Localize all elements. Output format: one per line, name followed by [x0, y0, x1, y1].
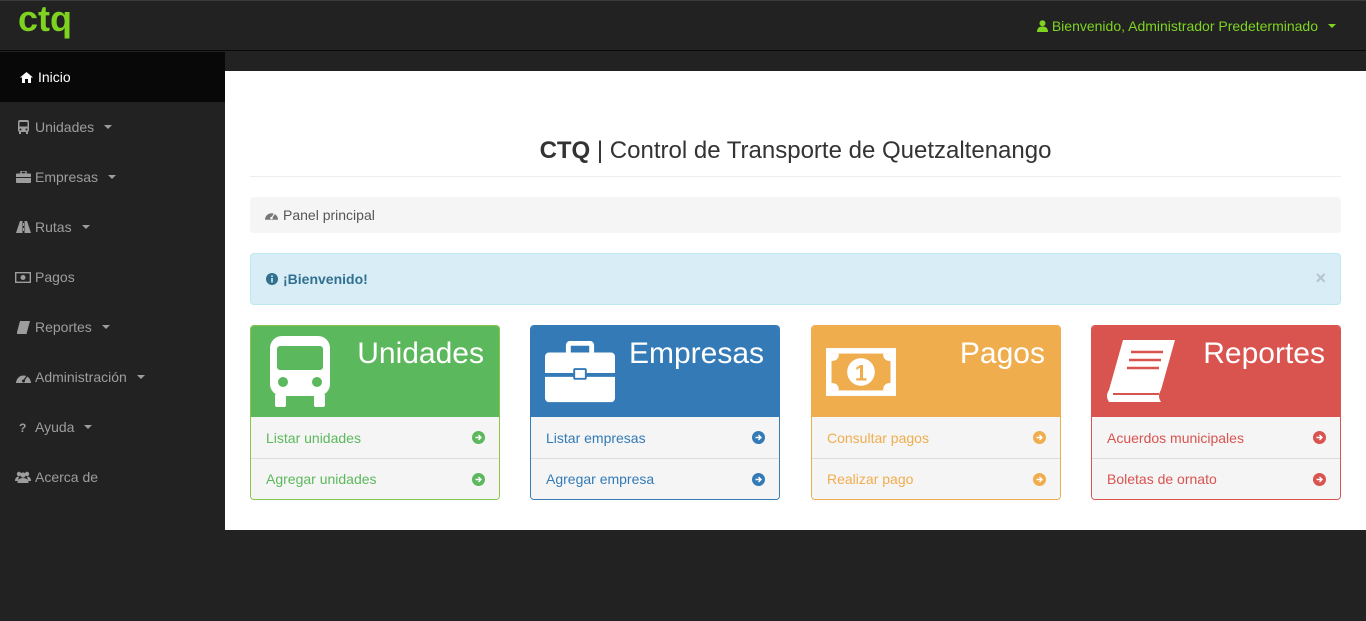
sidebar-item-ayuda[interactable]: ? Ayuda — [0, 402, 225, 452]
link-label: Listar empresas — [546, 429, 646, 446]
caret-down-icon — [104, 125, 113, 129]
acuerdos-municipales-link[interactable]: Acuerdos municipales — [1092, 417, 1340, 458]
panel-heading: Empresas — [531, 326, 779, 417]
panel-title: Unidades — [357, 337, 484, 370]
sidebar-item-label: Ayuda — [35, 419, 75, 435]
panel-unidades: Unidades Listar unidades Agregar unidade… — [250, 325, 500, 500]
sidebar-item-label: Acerca de — [35, 469, 99, 485]
caret-down-icon — [101, 325, 110, 329]
link-label: Boletas de ornato — [1107, 471, 1217, 487]
money-icon — [15, 270, 31, 284]
briefcase-icon — [545, 334, 615, 410]
user-menu-dropdown[interactable]: Bienvenido, Administrador Predeterminado — [1036, 18, 1336, 34]
arrow-right-icon — [1313, 472, 1326, 486]
sidebar-item-pagos[interactable]: Pagos — [0, 252, 225, 302]
question-icon: ? — [15, 420, 31, 434]
top-navbar: ctq Bienvenido, Administrador Predetermi… — [0, 0, 1366, 51]
briefcase-icon — [15, 170, 31, 184]
agregar-unidades-link[interactable]: Agregar unidades — [251, 458, 499, 499]
link-label: Realizar pago — [827, 471, 914, 487]
svg-text:?: ? — [19, 421, 26, 433]
page-title: CTQ | Control de Transporte de Quetzalte… — [250, 137, 1341, 177]
arrow-right-icon — [752, 431, 765, 444]
sidebar-item-inicio[interactable]: Inicio — [0, 52, 225, 102]
sidebar-item-rutas[interactable]: Rutas — [0, 202, 225, 252]
link-label: Listar unidades — [266, 429, 361, 446]
panel-reportes: Reportes Acuerdos municipales Boletas de… — [1091, 325, 1341, 500]
caret-down-icon — [81, 225, 90, 229]
sidebar-item-unidades[interactable]: Unidades — [0, 102, 225, 152]
sidebar-item-acerca[interactable]: Acerca de — [0, 452, 225, 502]
user-menu-label: Bienvenido, Administrador Predeterminado — [1051, 18, 1318, 34]
arrow-right-icon — [752, 472, 765, 486]
sidebar-item-label: Pagos — [35, 269, 75, 285]
listar-unidades-link[interactable]: Listar unidades — [251, 417, 499, 458]
page-title-bold: CTQ — [539, 137, 591, 164]
alert-text: ¡Bienvenido! — [283, 271, 368, 287]
arrow-right-icon — [472, 472, 485, 486]
panel-empresas: Empresas Listar empresas Agregar empresa — [530, 325, 780, 500]
sidebar-item-label: Empresas — [35, 169, 99, 185]
sidebar-item-label: Rutas — [35, 219, 72, 235]
user-icon — [1036, 20, 1048, 32]
sidebar: Inicio Unidades Empresas Rutas Pagos Rep… — [0, 52, 225, 621]
users-icon — [15, 470, 31, 484]
sidebar-item-empresas[interactable]: Empresas — [0, 152, 225, 202]
book-icon — [1106, 334, 1176, 410]
sidebar-item-administracion[interactable]: Administración — [0, 352, 225, 402]
panel-title: Reportes — [1203, 337, 1325, 370]
boletas-ornato-link[interactable]: Boletas de ornato — [1092, 458, 1340, 499]
dashboard-icon — [15, 370, 31, 384]
svg-text:1: 1 — [855, 360, 867, 385]
ctq-logo[interactable]: ctq — [18, 3, 88, 51]
caret-down-icon — [108, 175, 117, 179]
realizar-pago-link[interactable]: Realizar pago — [812, 458, 1060, 499]
breadcrumb: Panel principal — [250, 197, 1341, 233]
arrow-right-icon — [1033, 472, 1046, 486]
listar-empresas-link[interactable]: Listar empresas — [531, 417, 779, 458]
sidebar-item-reportes[interactable]: Reportes — [0, 302, 225, 352]
page-title-rest: | Control de Transporte de Quetzaltenang… — [590, 137, 1052, 164]
close-icon[interactable]: × — [1315, 268, 1326, 289]
money-icon: 1 — [826, 334, 896, 410]
panel-title: Pagos — [959, 337, 1045, 370]
caret-down-icon — [1328, 24, 1336, 28]
caret-down-icon — [136, 375, 145, 379]
info-icon — [266, 273, 278, 285]
link-label: Agregar empresa — [546, 471, 655, 487]
link-label: Agregar unidades — [266, 471, 377, 487]
panel-heading: 1 Pagos — [812, 326, 1060, 417]
arrow-right-icon — [1033, 431, 1046, 444]
sidebar-item-label: Inicio — [38, 69, 71, 85]
sidebar-item-label: Unidades — [35, 119, 95, 135]
bus-icon — [15, 120, 31, 134]
panel-heading: Reportes — [1092, 326, 1340, 417]
agregar-empresa-link[interactable]: Agregar empresa — [531, 458, 779, 499]
dashboard-icon — [265, 210, 278, 220]
panel-pagos: 1 Pagos Consultar pagos Realizar pago — [811, 325, 1061, 500]
bus-icon — [265, 334, 335, 410]
home-icon — [18, 70, 34, 84]
book-icon — [15, 320, 31, 334]
link-label: Consultar pagos — [827, 429, 929, 446]
panel-heading: Unidades — [251, 326, 499, 417]
sidebar-item-label: Administración — [35, 369, 127, 385]
panel-title: Empresas — [628, 337, 764, 370]
arrow-right-icon — [472, 431, 485, 444]
welcome-alert: ¡Bienvenido! × — [250, 253, 1341, 305]
road-icon — [15, 220, 31, 234]
caret-down-icon — [84, 425, 93, 429]
breadcrumb-label: Panel principal — [283, 207, 375, 223]
consultar-pagos-link[interactable]: Consultar pagos — [812, 417, 1060, 458]
arrow-right-icon — [1313, 431, 1326, 444]
main-content: CTQ | Control de Transporte de Quetzalte… — [225, 71, 1366, 530]
svg-text:ctq: ctq — [18, 3, 72, 39]
link-label: Acuerdos municipales — [1107, 429, 1244, 446]
sidebar-item-label: Reportes — [35, 319, 92, 335]
